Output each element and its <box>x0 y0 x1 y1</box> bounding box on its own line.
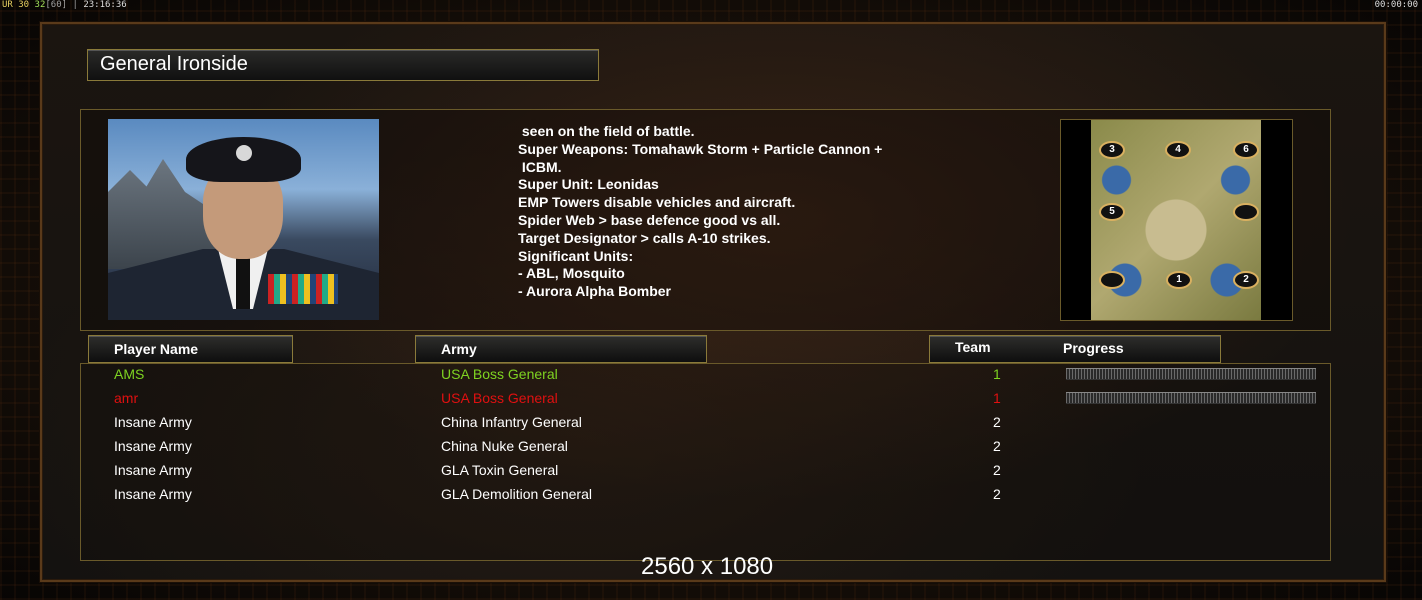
player-row: Insane Army China Nuke General 2 <box>81 436 1330 460</box>
fps-counter: UR 30 32[60] | 23:16:36 <box>2 0 127 10</box>
description-line: EMP Towers disable vehicles and aircraft… <box>518 194 796 211</box>
general-info-panel: seen on the field of battle. Super Weapon… <box>80 109 1331 331</box>
minimap: 3 4 6 5 1 2 <box>1091 120 1261 320</box>
header-army: Army <box>415 335 707 363</box>
player-army: USA Boss General <box>441 390 558 406</box>
player-name: Insane Army <box>114 462 192 478</box>
description-line: ICBM. <box>518 158 562 175</box>
player-team: 1 <box>993 390 1001 406</box>
general-title-bar: General Ironside <box>87 49 599 81</box>
minimap-frame: 3 4 6 5 1 2 <box>1060 119 1293 321</box>
header-team-progress: Team Progress <box>929 335 1221 363</box>
player-army: China Infantry General <box>441 414 582 430</box>
description-line: Super Unit: Leonidas <box>518 176 659 193</box>
general-portrait <box>108 119 379 320</box>
header-player-name-label: Player Name <box>114 341 199 357</box>
spawn-marker: 1 <box>1166 271 1192 289</box>
header-army-label: Army <box>441 341 477 357</box>
medal-ribbons <box>268 274 338 304</box>
player-row: AMS USA Boss General 1 <box>81 364 1330 388</box>
header-progress-label: Progress <box>1063 340 1124 356</box>
player-row: Insane Army GLA Toxin General 2 <box>81 460 1330 484</box>
spawn-marker: 6 <box>1233 141 1259 159</box>
player-army: USA Boss General <box>441 366 558 382</box>
player-row: amr USA Boss General 1 <box>81 388 1330 412</box>
player-list: AMS USA Boss General 1 amr USA Boss General 1… <box>80 363 1331 561</box>
player-row: Insane Army GLA Demolition General 2 <box>81 484 1330 508</box>
player-team: 2 <box>993 462 1001 478</box>
description-line: Spider Web > base defence good vs all. <box>518 211 781 228</box>
player-army: GLA Toxin General <box>441 462 559 478</box>
load-progress-bar <box>1066 392 1316 404</box>
resolution-label: 2560 x 1080 <box>641 553 774 580</box>
player-row: Insane Army China Infantry General 2 <box>81 412 1330 436</box>
player-name: Insane Army <box>114 414 192 430</box>
player-army: China Nuke General <box>441 438 568 454</box>
player-team: 1 <box>993 366 1001 382</box>
description-line: Target Designator > calls A-10 strikes. <box>518 229 771 246</box>
description-line: - ABL, Mosquito <box>518 265 625 282</box>
spawn-marker: 4 <box>1165 141 1191 159</box>
spawn-marker: 5 <box>1099 203 1125 221</box>
player-team: 2 <box>993 486 1001 502</box>
description-line: seen on the field of battle. <box>518 123 695 139</box>
fps-label: UR <box>2 0 13 10</box>
description-line: Significant Units: <box>518 247 634 264</box>
header-player-name: Player Name <box>88 335 293 363</box>
description-line: Super Weapons: Tomahawk Storm + Particle… <box>518 140 883 157</box>
load-progress-bar <box>1066 368 1316 380</box>
player-name: amr <box>114 390 139 406</box>
beret-badge <box>236 145 252 161</box>
spawn-marker: 3 <box>1099 141 1125 159</box>
system-clock: 23:16:36 <box>83 0 127 10</box>
spawn-marker <box>1099 271 1125 289</box>
tie-shape <box>236 254 250 309</box>
description-line: - Aurora Alpha Bomber <box>518 283 671 300</box>
spawn-marker: 2 <box>1233 271 1259 289</box>
fps-value-b: 32 <box>34 0 46 10</box>
player-name: AMS <box>114 366 145 382</box>
player-team: 2 <box>993 438 1001 454</box>
spawn-marker <box>1233 203 1259 221</box>
header-team-label: Team <box>955 339 991 355</box>
general-description: seen on the field of battle. Super Weapon… <box>518 123 958 301</box>
fps-value-c: [60] <box>45 0 68 10</box>
player-name: Insane Army <box>114 438 192 454</box>
player-name: Insane Army <box>114 486 192 502</box>
player-army: GLA Demolition General <box>441 486 592 502</box>
general-title: General Ironside <box>100 53 248 75</box>
player-team: 2 <box>993 414 1001 430</box>
game-timer: 00:00:00 <box>1374 0 1418 10</box>
fps-value-a: 30 <box>18 0 30 10</box>
